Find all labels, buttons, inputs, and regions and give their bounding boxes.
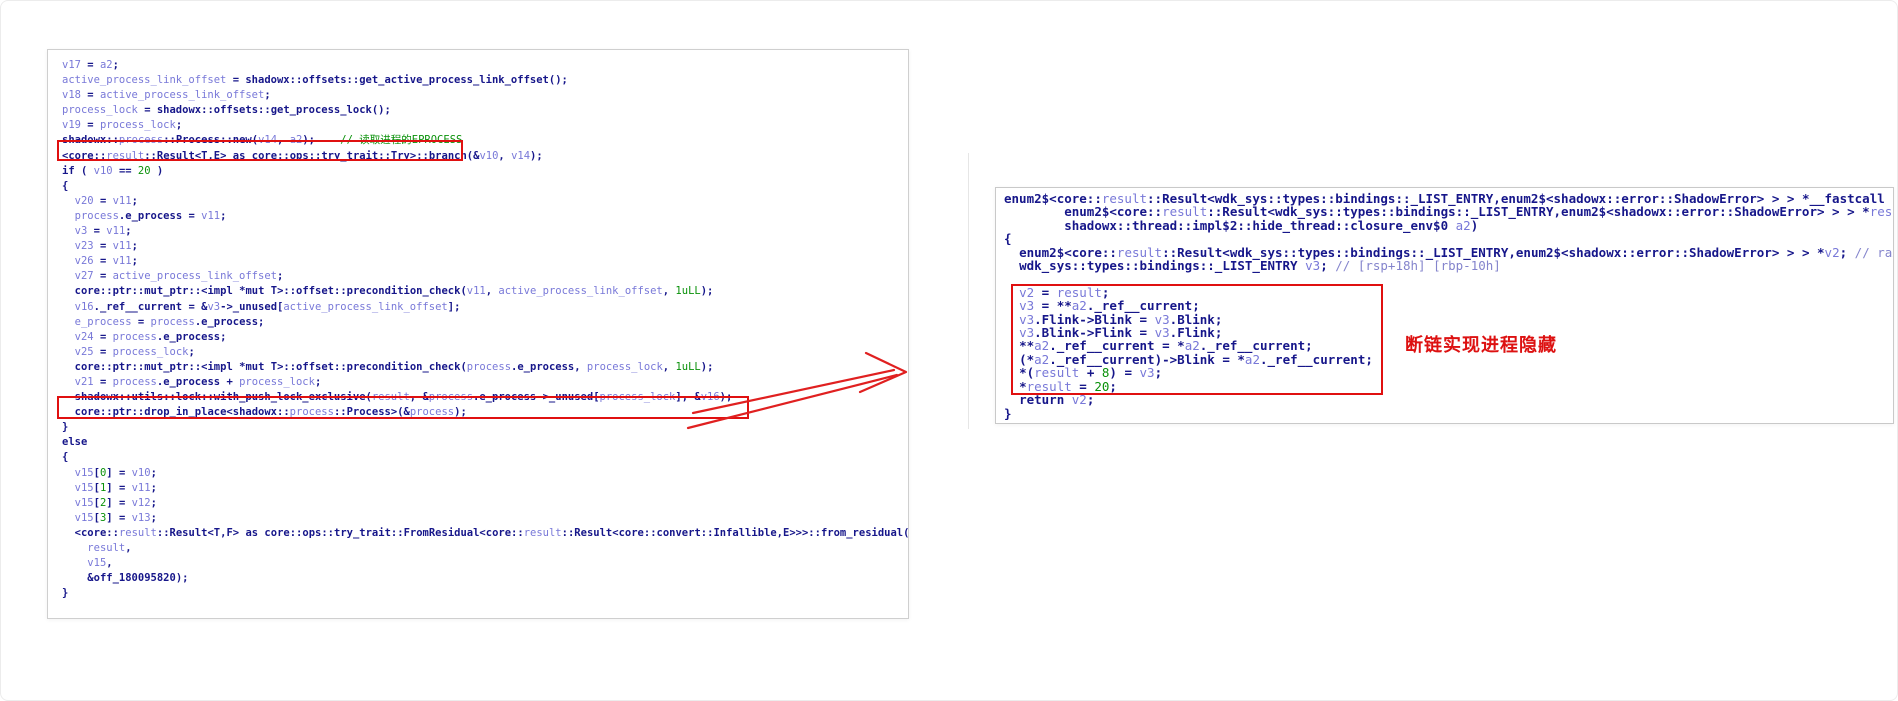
code-line: <core::result::Result<T,F> as core::ops:… bbox=[62, 526, 909, 541]
code-line: return v2; bbox=[1004, 393, 1894, 406]
code-line: v15, bbox=[62, 556, 909, 571]
code-line: v15[2] = v12; bbox=[62, 496, 909, 511]
code-line: process_lock = shadowx::offsets::get_pro… bbox=[62, 103, 909, 118]
code-line: process.e_process = v11; bbox=[62, 209, 909, 224]
left-pseudocode-panel: v17 = a2;active_process_link_offset = sh… bbox=[47, 49, 909, 619]
code-line: enum2$<core::result::Result<wdk_sys::typ… bbox=[1004, 246, 1894, 259]
right-code-block: enum2$<core::result::Result<wdk_sys::typ… bbox=[1004, 192, 1894, 420]
code-line: enum2$<core::result::Result<wdk_sys::typ… bbox=[1004, 205, 1894, 218]
unlink-annotation-label: 断链实现进程隐藏 bbox=[1405, 331, 1557, 357]
code-line: *(result + 8) = v3; bbox=[1004, 366, 1894, 379]
code-line: v3 = v11; bbox=[62, 224, 909, 239]
code-line bbox=[1004, 272, 1894, 285]
code-line: <core::result::Result<T,E> as core::ops:… bbox=[62, 149, 909, 164]
code-line: v17 = a2; bbox=[62, 58, 909, 73]
code-line: result, bbox=[62, 541, 909, 556]
code-line: active_process_link_offset = shadowx::of… bbox=[62, 73, 909, 88]
code-line: v2 = result; bbox=[1004, 286, 1894, 299]
code-line: shadowx::thread::impl$2::hide_thread::cl… bbox=[1004, 219, 1894, 232]
code-line: v19 = process_lock; bbox=[62, 118, 909, 133]
code-line: else bbox=[62, 435, 909, 450]
code-line: v16._ref__current = &v3->_unused[active_… bbox=[62, 300, 909, 315]
code-line: shadowx::utils::lock::with_push_lock_exc… bbox=[62, 390, 909, 405]
left-code-block: v17 = a2;active_process_link_offset = sh… bbox=[62, 58, 909, 601]
code-line: wdk_sys::types::bindings::_LIST_ENTRY v3… bbox=[1004, 259, 1894, 272]
right-pseudocode-panel: enum2$<core::result::Result<wdk_sys::typ… bbox=[995, 187, 1894, 424]
code-line: core::ptr::drop_in_place<shadowx::proces… bbox=[62, 405, 909, 420]
code-line: e_process = process.e_process; bbox=[62, 315, 909, 330]
code-line: v27 = active_process_link_offset; bbox=[62, 269, 909, 284]
code-line: v15[3] = v13; bbox=[62, 511, 909, 526]
screenshot-canvas: v17 = a2;active_process_link_offset = sh… bbox=[0, 0, 1898, 701]
code-line: v24 = process.e_process; bbox=[62, 330, 909, 345]
code-line: v23 = v11; bbox=[62, 239, 909, 254]
code-line: v20 = v11; bbox=[62, 194, 909, 209]
code-line: v26 = v11; bbox=[62, 254, 909, 269]
code-line: if ( v10 == 20 ) bbox=[62, 164, 909, 179]
code-line: v18 = active_process_link_offset; bbox=[62, 88, 909, 103]
code-line: *result = 20; bbox=[1004, 380, 1894, 393]
right-panel-edge-line bbox=[968, 153, 969, 429]
code-line: core::ptr::mut_ptr::<impl *mut T>::offse… bbox=[62, 284, 909, 299]
code-line: v15[1] = v11; bbox=[62, 481, 909, 496]
code-line: enum2$<core::result::Result<wdk_sys::typ… bbox=[1004, 192, 1894, 205]
code-line: } bbox=[62, 586, 909, 601]
code-line: core::ptr::mut_ptr::<impl *mut T>::offse… bbox=[62, 360, 909, 375]
code-line: { bbox=[62, 450, 909, 465]
code-line: shadowx::process::Process::new(v14, a2);… bbox=[62, 133, 909, 148]
code-line: { bbox=[1004, 232, 1894, 245]
code-line: &off_180095820); bbox=[62, 571, 909, 586]
code-line: v3.Flink->Blink = v3.Blink; bbox=[1004, 313, 1894, 326]
code-line: v25 = process_lock; bbox=[62, 345, 909, 360]
code-line: } bbox=[62, 420, 909, 435]
code-line: { bbox=[62, 179, 909, 194]
code-line: v15[0] = v10; bbox=[62, 466, 909, 481]
code-line: v21 = process.e_process + process_lock; bbox=[62, 375, 909, 390]
code-line: } bbox=[1004, 407, 1894, 420]
code-line: v3 = **a2._ref__current; bbox=[1004, 299, 1894, 312]
